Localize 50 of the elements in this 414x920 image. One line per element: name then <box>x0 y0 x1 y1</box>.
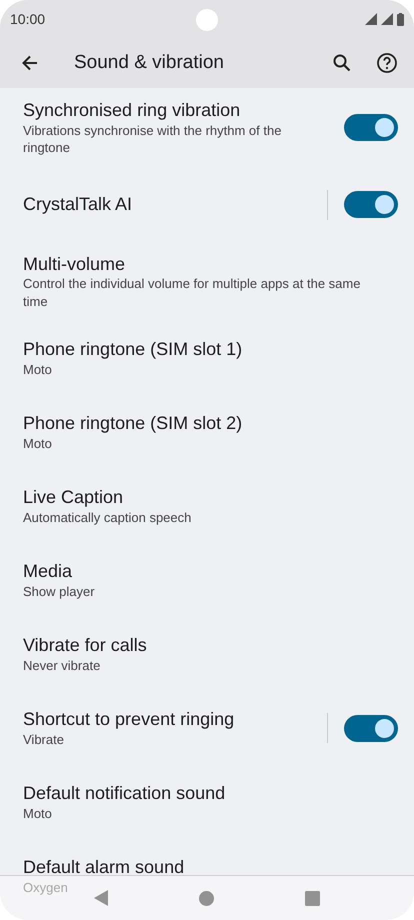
recents-nav-button[interactable] <box>305 890 320 906</box>
setting-title: Multi-volume <box>23 252 126 276</box>
setting-summary: Automatically caption speech <box>23 508 192 526</box>
setting-title: Vibrate for calls <box>23 634 147 657</box>
help-icon <box>376 52 398 74</box>
setting-summary: Moto <box>23 434 52 452</box>
setting-summary: Show player <box>23 582 95 600</box>
settings-row[interactable]: Shortcut to prevent ringing Vibrate <box>0 691 414 766</box>
setting-title: CrystalTalk AI <box>23 193 132 216</box>
setting-title: Live Caption <box>23 486 124 509</box>
setting-summary: Control the individual volume for multiple apps at the same time <box>23 275 362 310</box>
setting-summary: Never vibrate <box>23 656 100 674</box>
setting-summary: Oxygen <box>23 878 68 896</box>
circle-home-icon <box>198 890 214 906</box>
status-time: 10:00 <box>10 10 46 28</box>
setting-title: Phone ringtone (SIM slot 2) <box>23 412 242 435</box>
setting-title: Synchronised ring vibration <box>23 99 240 122</box>
back-arrow-icon <box>20 53 40 73</box>
settings-row[interactable]: Synchronised ring vibration Vibrations synchronise with the rhythm of the ringtone <box>0 88 414 168</box>
setting-title: Default alarm sound <box>23 856 184 879</box>
settings-row[interactable]: Media Show player <box>0 543 414 618</box>
setting-summary: Vibrations synchronise with the rhythm of the ringtone <box>23 122 282 157</box>
settings-row[interactable]: Vibrate for calls Never vibrate <box>0 617 414 692</box>
setting-title: Phone ringtone (SIM slot 1) <box>23 338 242 361</box>
settings-row[interactable]: Default alarm sound Oxygen <box>0 839 414 914</box>
setting-summary: Vibrate <box>23 730 64 748</box>
signal-icon <box>365 13 377 25</box>
home-nav-button[interactable] <box>198 890 214 906</box>
setting-summary: Moto <box>23 804 52 822</box>
settings-row[interactable]: CrystalTalk AI <box>0 168 414 242</box>
setting-summary: Moto <box>23 360 52 378</box>
settings-row[interactable]: Phone ringtone (SIM slot 1) Moto <box>0 321 414 396</box>
settings-row[interactable]: Multi-volume Control the individual volume for multiple apps at the same time <box>0 242 414 322</box>
toggle-switch[interactable] <box>344 114 398 142</box>
battery-icon <box>397 12 404 26</box>
screen-title: Sound & vibration <box>74 50 225 75</box>
search-icon <box>332 53 352 73</box>
settings-row[interactable]: Default notification sound Moto <box>0 765 414 840</box>
back-nav-button[interactable] <box>94 890 108 906</box>
setting-title: Media <box>23 560 72 583</box>
triangle-back-icon <box>94 890 108 906</box>
setting-title: Shortcut to prevent ringing <box>23 708 234 731</box>
signal-icon <box>381 13 393 25</box>
square-recents-icon <box>305 890 320 906</box>
camera-cutout <box>196 9 218 31</box>
toggle-switch[interactable] <box>344 191 398 218</box>
setting-title: Default notification sound <box>23 782 226 805</box>
settings-row[interactable]: Live Caption Automatically caption speech <box>0 469 414 544</box>
toggle-switch[interactable] <box>344 714 398 742</box>
settings-row[interactable]: Phone ringtone (SIM slot 2) Moto <box>0 395 414 470</box>
